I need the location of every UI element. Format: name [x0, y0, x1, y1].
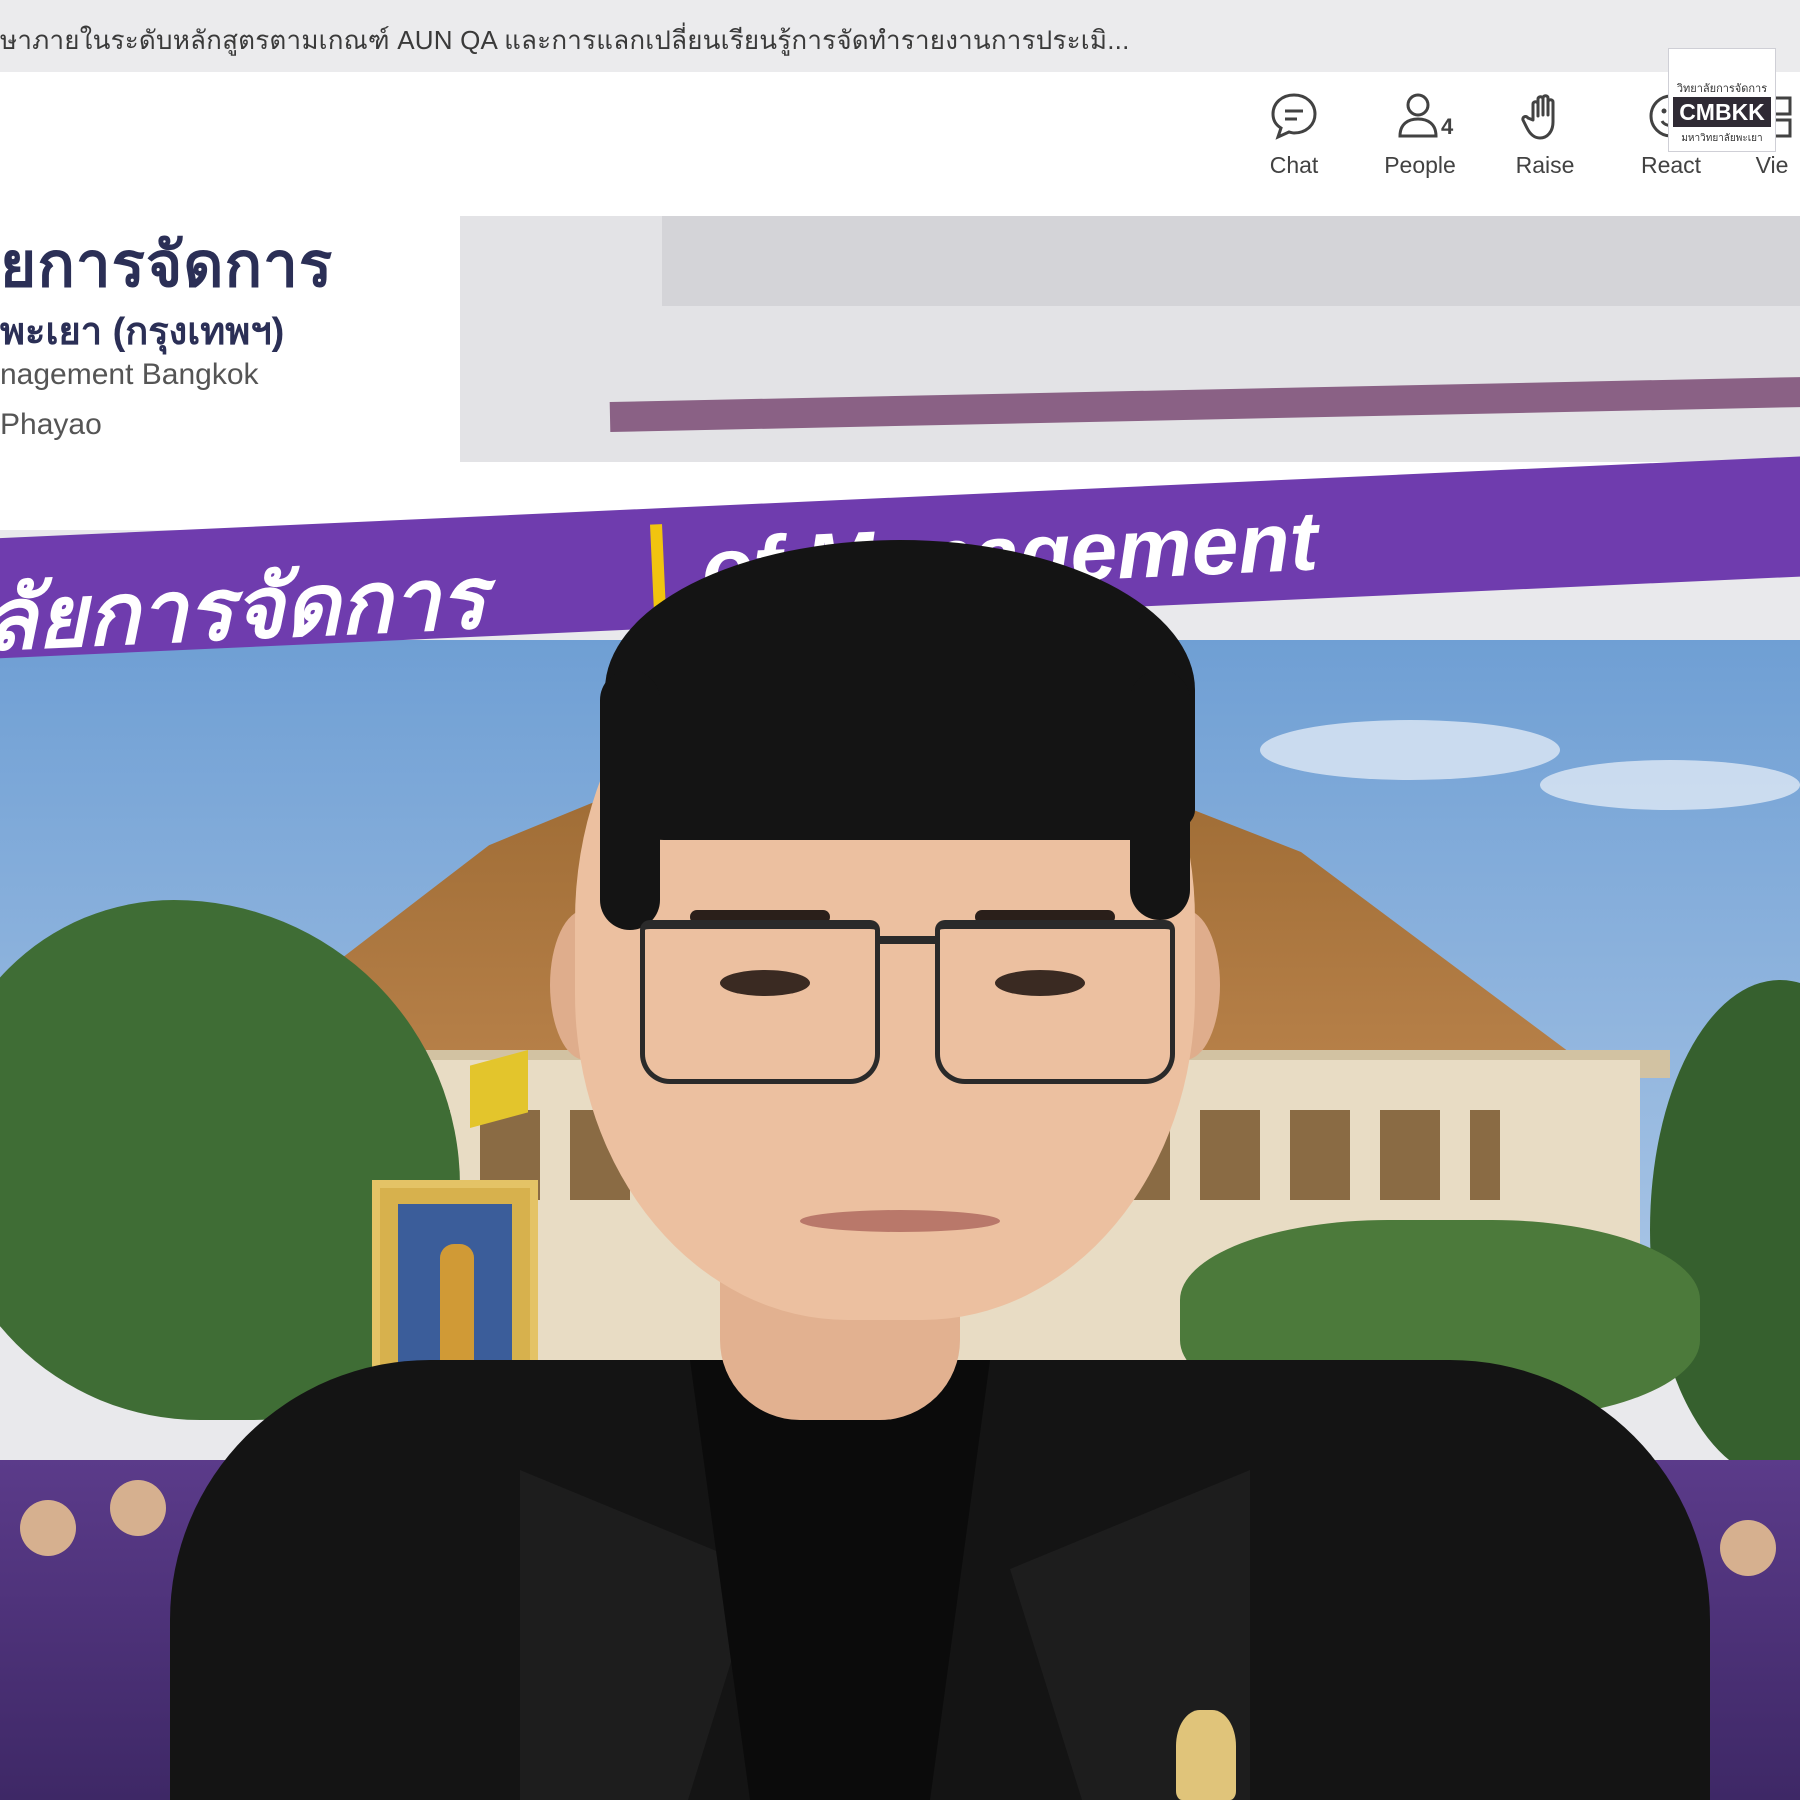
portrait-figure — [440, 1244, 474, 1374]
logo-bottom-text: มหาวิทยาลัยพะเยา — [1681, 133, 1763, 144]
graduate — [200, 1510, 256, 1566]
raise-hand-button[interactable]: Raise — [1490, 90, 1600, 200]
campus-photo — [0, 640, 1800, 1800]
cmbkk-logo: วิทยาลัยการจัดการ CMBKK มหาวิทยาลัยพะเยา — [1668, 48, 1776, 152]
graduate — [110, 1480, 166, 1536]
portrait-image — [398, 1204, 512, 1402]
graduate — [1720, 1520, 1776, 1576]
chat-icon — [1271, 93, 1317, 140]
meeting-title-bar: ษาภายในระดับหลักสูตรตามเกณฑ์ AUN QA และก… — [0, 0, 1800, 73]
royal-portrait — [372, 1180, 538, 1426]
virtual-background: ยการจัดการ พะเยา (กรุงเทพฯ) nagement Ban… — [0, 210, 1800, 1800]
logo-main-text: CMBKK — [1673, 97, 1771, 127]
college-name-block: ยการจัดการ พะเยา (กรุงเทพฯ) nagement Ban… — [0, 210, 460, 510]
chat-button[interactable]: Chat — [1239, 90, 1349, 200]
people-icon — [1398, 93, 1438, 138]
graduate — [1600, 1490, 1656, 1546]
cloud — [1540, 760, 1800, 810]
banner-english-text: of Management — [699, 493, 1320, 616]
react-label: React — [1640, 152, 1702, 178]
cloud — [1260, 720, 1560, 780]
view-label: Vie — [1755, 152, 1789, 178]
meeting-title: ษาภายในระดับหลักสูตรตามเกณฑ์ AUN QA และก… — [0, 25, 1130, 55]
logo-top-text: วิทยาลัยการจัดการ — [1676, 83, 1768, 95]
raise-hand-icon — [1521, 94, 1555, 140]
thai-university-name: พะเยา (กรุงเทพฯ) — [0, 311, 285, 353]
meeting-controls: Chat 4 People Raise React Vie — [0, 72, 1800, 210]
english-university-name: Phayao — [0, 408, 102, 441]
chat-label: Chat — [1269, 152, 1319, 178]
graduate — [20, 1500, 76, 1556]
people-button[interactable]: 4 People — [1365, 90, 1475, 200]
header-gray-inner-panel — [662, 216, 1800, 306]
hedge — [1180, 1220, 1700, 1420]
english-college-name: nagement Bangkok — [0, 358, 259, 391]
graduates-crowd — [0, 1460, 1800, 1800]
people-label: People — [1384, 152, 1456, 178]
banner-divider — [650, 524, 667, 615]
raise-label: Raise — [1515, 152, 1575, 178]
people-count: 4 — [1441, 114, 1454, 139]
banner-thai-text: ลัยการจัดการ — [0, 550, 488, 669]
